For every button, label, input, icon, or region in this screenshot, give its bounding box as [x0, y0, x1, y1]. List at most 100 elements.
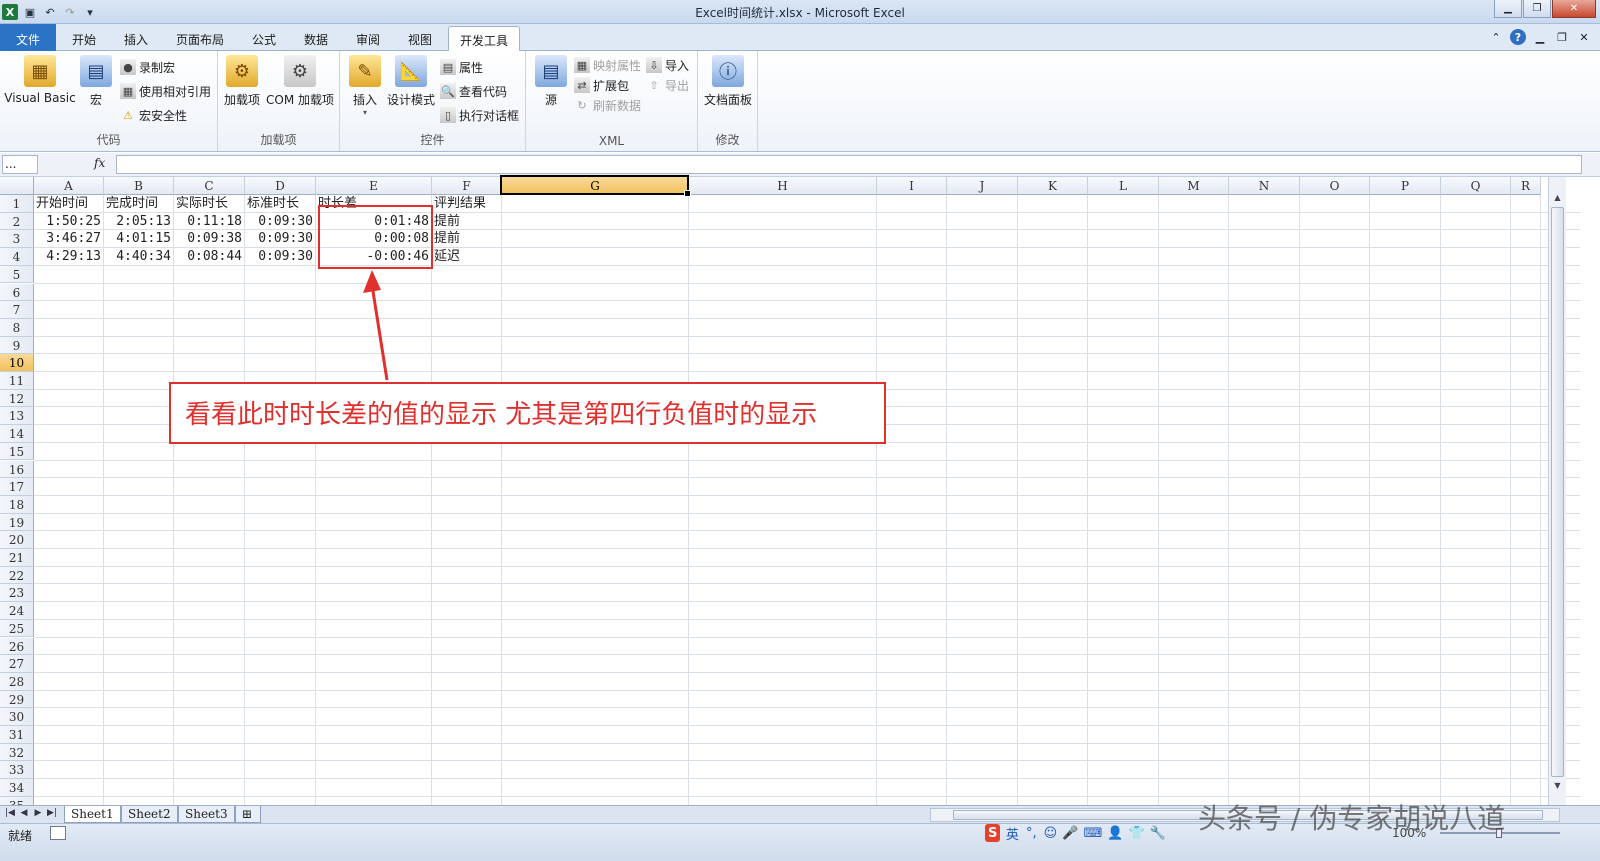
data-cell[interactable]: 4:29:13: [34, 248, 104, 266]
sheet-tab-sheet1[interactable]: Sheet1: [64, 806, 121, 823]
scroll-down-icon[interactable]: ▼: [1551, 781, 1564, 795]
row-header-13[interactable]: 13: [0, 407, 34, 426]
ime-skin-icon[interactable]: 👕: [1129, 824, 1145, 842]
column-header-f[interactable]: F: [432, 177, 502, 195]
select-all-corner[interactable]: [0, 177, 34, 195]
first-sheet-icon[interactable]: |◀: [4, 808, 16, 818]
data-cell[interactable]: 4:40:34: [104, 248, 174, 266]
vertical-scroll-thumb[interactable]: [1551, 207, 1564, 777]
header-cell[interactable]: 标准时长: [247, 195, 299, 213]
column-header-e[interactable]: E: [316, 177, 432, 195]
data-cell[interactable]: 0:08:44: [174, 248, 245, 266]
last-sheet-icon[interactable]: ▶|: [46, 808, 58, 818]
row-header-18[interactable]: 18: [0, 495, 34, 514]
column-header-a[interactable]: A: [34, 177, 104, 195]
row-header-4[interactable]: 4: [0, 248, 34, 266]
view-code-button[interactable]: 🔍 查看代码: [440, 81, 507, 101]
row-header-22[interactable]: 22: [0, 566, 34, 585]
ime-keyboard-icon[interactable]: ⌨: [1084, 824, 1103, 842]
row-header-33[interactable]: 33: [0, 761, 34, 780]
row-header-25[interactable]: 25: [0, 619, 34, 638]
tab-insert[interactable]: 插入: [112, 26, 160, 51]
prev-sheet-icon[interactable]: ◀: [18, 808, 30, 818]
row-header-27[interactable]: 27: [0, 655, 34, 673]
worksheet-grid[interactable]: ABCDEFGHIJKLMNOPQR 1 2 3 4 5 6 7 8 9 10 11 12 13 14 15…: [0, 177, 1580, 805]
close-icon[interactable]: ✕: [1552, 0, 1596, 18]
data-cell[interactable]: 1:50:25: [34, 213, 104, 231]
record-macro-button[interactable]: ● 录制宏: [120, 57, 175, 77]
row-header-10[interactable]: 10: [0, 354, 34, 372]
data-cell[interactable]: 0:11:18: [174, 213, 245, 231]
row-header-2[interactable]: 2: [0, 212, 34, 231]
sheet-tab-sheet3[interactable]: Sheet3: [178, 806, 235, 823]
data-cell[interactable]: 4:01:15: [104, 230, 174, 248]
column-header-d[interactable]: D: [245, 177, 316, 195]
insert-control-button[interactable]: ✎ 插入 ▾: [348, 55, 382, 117]
sheet-tab-sheet2[interactable]: Sheet2: [121, 806, 178, 823]
row-header-26[interactable]: 26: [0, 637, 34, 656]
design-mode-button[interactable]: 📐 设计模式: [386, 55, 436, 108]
collapse-ribbon-icon[interactable]: ⌃: [1488, 29, 1504, 45]
xml-source-button[interactable]: ▤ 源: [534, 55, 568, 108]
column-header-i[interactable]: I: [877, 177, 947, 195]
column-header-r[interactable]: R: [1511, 177, 1541, 195]
ime-voice-icon[interactable]: 🎤: [1062, 824, 1078, 842]
addins-button[interactable]: ⚙ 加载项: [222, 55, 262, 108]
data-cell[interactable]: 0:09:38: [174, 230, 245, 248]
row-header-14[interactable]: 14: [0, 425, 34, 443]
ime-tools-icon[interactable]: 🔧: [1150, 824, 1166, 842]
xml-import-button[interactable]: ⇩ 导入: [646, 55, 689, 75]
formula-input[interactable]: [116, 155, 1582, 174]
ime-punctuation-icon[interactable]: °,: [1024, 824, 1038, 842]
next-sheet-icon[interactable]: ▶: [32, 808, 44, 818]
macros-button[interactable]: ▤ 宏: [80, 55, 112, 108]
help-icon[interactable]: ?: [1510, 29, 1526, 45]
map-properties-button[interactable]: ▦ 映射属性: [574, 55, 641, 75]
ime-user-icon[interactable]: 👤: [1107, 824, 1123, 842]
data-cell[interactable]: 提前: [434, 213, 460, 231]
row-header-31[interactable]: 31: [0, 726, 34, 744]
restore-workbook-icon[interactable]: ❐: [1554, 29, 1570, 45]
column-header-q[interactable]: Q: [1441, 177, 1511, 195]
tab-developer[interactable]: 开发工具: [448, 26, 520, 52]
column-header-o[interactable]: O: [1300, 177, 1370, 195]
row-header-34[interactable]: 34: [0, 779, 34, 797]
fx-icon[interactable]: fx: [94, 156, 114, 170]
vertical-scrollbar[interactable]: ▲ ▼: [1548, 177, 1566, 805]
row-header-5[interactable]: 5: [0, 265, 34, 284]
tab-home[interactable]: 开始: [60, 26, 108, 51]
row-header-16[interactable]: 16: [0, 460, 34, 479]
expansion-packs-button[interactable]: ⇄ 扩展包: [574, 75, 629, 95]
ime-language-icon[interactable]: 英: [1005, 824, 1019, 843]
row-header-24[interactable]: 24: [0, 602, 34, 620]
row-header-3[interactable]: 3: [0, 230, 34, 249]
row-header-23[interactable]: 23: [0, 584, 34, 603]
com-addins-button[interactable]: ⚙ COM 加载项: [264, 55, 336, 108]
row-header-11[interactable]: 11: [0, 372, 34, 390]
document-panel-button[interactable]: ⓘ 文档面板: [702, 55, 754, 108]
row-header-20[interactable]: 20: [0, 531, 34, 549]
ime-emoji-icon[interactable]: ☺: [1043, 824, 1058, 842]
row-header-9[interactable]: 9: [0, 336, 34, 355]
column-header-n[interactable]: N: [1229, 177, 1300, 195]
column-header-h[interactable]: H: [689, 177, 877, 195]
row-header-30[interactable]: 30: [0, 708, 34, 726]
row-header-28[interactable]: 28: [0, 672, 34, 691]
row-header-12[interactable]: 12: [0, 389, 34, 408]
row-header-32[interactable]: 32: [0, 743, 34, 762]
data-cell[interactable]: 延迟: [434, 248, 460, 266]
column-header-m[interactable]: M: [1159, 177, 1229, 195]
row-header-35[interactable]: 35: [0, 796, 34, 805]
header-cell[interactable]: 开始时间: [36, 195, 88, 213]
row-header-7[interactable]: 7: [0, 301, 34, 319]
row-header-19[interactable]: 19: [0, 513, 34, 532]
close-workbook-icon[interactable]: ✕: [1576, 29, 1592, 45]
column-header-l[interactable]: L: [1088, 177, 1159, 195]
run-dialog-button[interactable]: ▯ 执行对话框: [440, 105, 519, 125]
tab-view[interactable]: 视图: [396, 26, 444, 51]
column-header-p[interactable]: P: [1370, 177, 1441, 195]
row-header-21[interactable]: 21: [0, 549, 34, 567]
data-cell[interactable]: 0:09:30: [245, 248, 316, 266]
data-cell[interactable]: 3:46:27: [34, 230, 104, 248]
column-header-j[interactable]: J: [947, 177, 1018, 195]
